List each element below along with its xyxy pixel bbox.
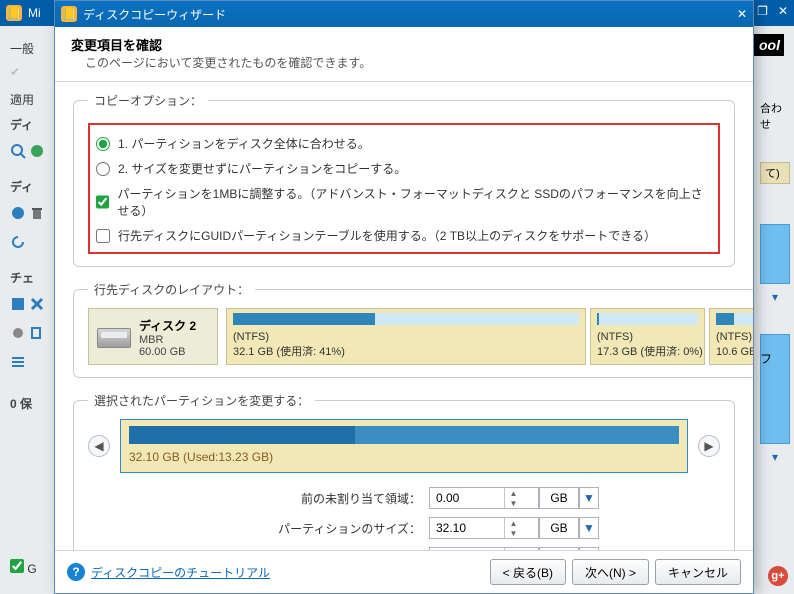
disk-copy-wizard: 📒 ディスクコピーウィザード ✕ 変更項目を確認 このページにおいて変更されたも…	[54, 0, 754, 594]
radio-noresize[interactable]	[96, 162, 110, 176]
list-icon[interactable]	[10, 354, 26, 370]
side-fit-label: 合わせ	[760, 100, 790, 132]
section-disk: ディ	[10, 116, 50, 133]
disk-icon	[97, 328, 131, 348]
partition-block[interactable]: (NTFS)17.3 GB (使用済: 0%)	[590, 308, 705, 365]
next-partition-button[interactable]: ▶	[698, 435, 720, 457]
spin-up-icon[interactable]: ▲	[505, 518, 522, 528]
unit-dropdown[interactable]: ▼	[579, 517, 599, 539]
copy-options-legend: コピーオプション：	[88, 92, 208, 109]
spin-up-icon[interactable]: ▲	[505, 488, 522, 498]
check-icon: ✔	[10, 65, 32, 83]
wizard-icon: 📒	[61, 6, 77, 22]
option-fit-whole-disk[interactable]: 1. パーティションをディスク全体に合わせる。	[94, 131, 714, 156]
app-icon: 📒	[6, 5, 22, 21]
help-link-text[interactable]: ディスクコピーのチュートリアル	[91, 564, 270, 581]
section-check: チェ	[10, 269, 50, 286]
bg-checkbox-label: G	[27, 562, 36, 576]
layout-legend: 行先ディスクのレイアウト：	[88, 281, 255, 298]
search-disk-icon[interactable]	[10, 143, 26, 159]
wizard-footer: ? ディスクコピーのチュートリアル < 戻る(B) 次へ(N) > キャンセル	[55, 550, 753, 593]
before-label: 前の未割り当て領域：	[199, 490, 429, 507]
spin-down-icon[interactable]: ▼	[505, 498, 522, 508]
radio-noresize-label: 2. サイズを変更せずにパーティションをコピーする。	[118, 160, 406, 177]
bg-checkbox[interactable]	[10, 559, 24, 573]
size-label: パーティションのサイズ：	[199, 520, 429, 537]
before-value[interactable]	[430, 488, 504, 508]
slider-size-text: 32.10 GB (Used:13.23 GB)	[129, 450, 679, 464]
copy-icon[interactable]	[29, 325, 45, 341]
cancel-button[interactable]: キャンセル	[655, 559, 741, 585]
radio-fit[interactable]	[96, 137, 110, 151]
world-icon[interactable]	[10, 205, 26, 221]
tab-general[interactable]: 一般	[10, 40, 50, 57]
slider-free-fill	[355, 426, 680, 444]
unit-dropdown[interactable]: ▼	[579, 487, 599, 509]
back-button[interactable]: < 戻る(B)	[490, 559, 566, 585]
save-icon[interactable]	[10, 296, 26, 312]
target-disk-layout-group: 行先ディスクのレイアウト： ディスク 2 MBR 60.00 GB (NTFS)…	[73, 281, 753, 378]
tools-icon[interactable]	[29, 296, 45, 312]
partition-slider[interactable]: 32.10 GB (Used:13.23 GB)	[120, 419, 688, 473]
gear-icon[interactable]	[10, 325, 26, 341]
bg-window-controls: ❐ ✕	[757, 4, 788, 18]
globe-icon[interactable]	[29, 143, 45, 159]
next-button[interactable]: 次へ(N) >	[572, 559, 649, 585]
restore-icon[interactable]: ❐	[757, 4, 768, 18]
letter-f: フ	[760, 350, 772, 367]
before-unalloc-input[interactable]: ▲▼	[429, 487, 539, 509]
unit-label: GB	[539, 487, 579, 509]
disk-name: ディスク 2	[139, 317, 196, 334]
side-chip-1[interactable]	[760, 224, 790, 284]
prev-partition-button[interactable]: ◀	[88, 435, 110, 457]
chevron-down-icon[interactable]: ▾	[760, 290, 790, 304]
option-align-1mb[interactable]: パーティションを1MBに調整する。（アドバンスト・フォーマットディスクと SSD…	[94, 181, 714, 223]
resize-legend: 選択されたパーティションを変更する：	[88, 392, 315, 409]
side-tag: て)	[760, 162, 790, 184]
disk-info-card: ディスク 2 MBR 60.00 GB	[88, 308, 218, 365]
apply-label[interactable]: 適用	[10, 91, 50, 108]
refresh-icon[interactable]	[10, 234, 26, 250]
size-value[interactable]	[430, 518, 504, 538]
help-link[interactable]: ? ディスクコピーのチュートリアル	[67, 563, 270, 581]
wizard-head-title: 変更項目を確認	[71, 35, 737, 54]
highlight-box: 1. パーティションをディスク全体に合わせる。 2. サイズを変更せずにパーティ…	[88, 123, 720, 254]
pending-ops: 0 保	[10, 395, 50, 412]
disk-scheme: MBR	[139, 334, 196, 346]
section-disk2: ディ	[10, 178, 50, 195]
trash-icon[interactable]	[29, 205, 45, 221]
bg-title-text: Mi	[28, 6, 41, 20]
copy-options-group: コピーオプション： 1. パーティションをディスク全体に合わせる。 2. サイズ…	[73, 92, 735, 267]
radio-fit-label: 1. パーティションをディスク全体に合わせる。	[118, 135, 370, 152]
option-use-gpt[interactable]: 行先ディスクにGUIDパーティションテーブルを使用する。（2 TB以上のディスク…	[94, 223, 714, 248]
bottom-checkbox[interactable]: G	[10, 559, 37, 576]
resize-selected-group: 選択されたパーティションを変更する： ◀ 32.10 GB (Used:13.2…	[73, 392, 735, 550]
chevron-down-icon-2[interactable]: ▾	[760, 450, 790, 464]
check-align[interactable]	[96, 195, 109, 209]
partition-block[interactable]: (NTFS)32.1 GB (使用済: 41%)	[226, 308, 586, 365]
partition-map: (NTFS)32.1 GB (使用済: 41%)(NTFS)17.3 GB (使…	[226, 308, 753, 365]
check-guid-label: 行先ディスクにGUIDパーティションテーブルを使用する。（2 TB以上のディスク…	[118, 227, 656, 244]
wizard-title: ディスクコピーウィザード	[83, 6, 226, 23]
slider-used-fill	[129, 426, 355, 444]
check-guid[interactable]	[96, 229, 110, 243]
partition-size-input[interactable]: ▲▼	[429, 517, 539, 539]
option-copy-no-resize[interactable]: 2. サイズを変更せずにパーティションをコピーする。	[94, 156, 714, 181]
spin-down-icon[interactable]: ▼	[505, 528, 522, 538]
wizard-header: 変更項目を確認 このページにおいて変更されたものを確認できます。	[55, 27, 753, 82]
unit-label: GB	[539, 517, 579, 539]
close-icon[interactable]: ✕	[778, 4, 788, 18]
disk-size: 60.00 GB	[139, 346, 196, 358]
wizard-titlebar: 📒 ディスクコピーウィザード ✕	[55, 1, 753, 27]
gplus-icon[interactable]: g+	[768, 566, 788, 586]
wizard-head-sub: このページにおいて変更されたものを確認できます。	[71, 54, 737, 71]
partition-block[interactable]: (NTFS)10.6 GB (使用	[709, 308, 753, 365]
wizard-close-icon[interactable]: ✕	[737, 7, 747, 21]
check-align-label: パーティションを1MBに調整する。（アドバンスト・フォーマットディスクと SSD…	[117, 185, 712, 219]
help-icon: ?	[67, 563, 85, 581]
